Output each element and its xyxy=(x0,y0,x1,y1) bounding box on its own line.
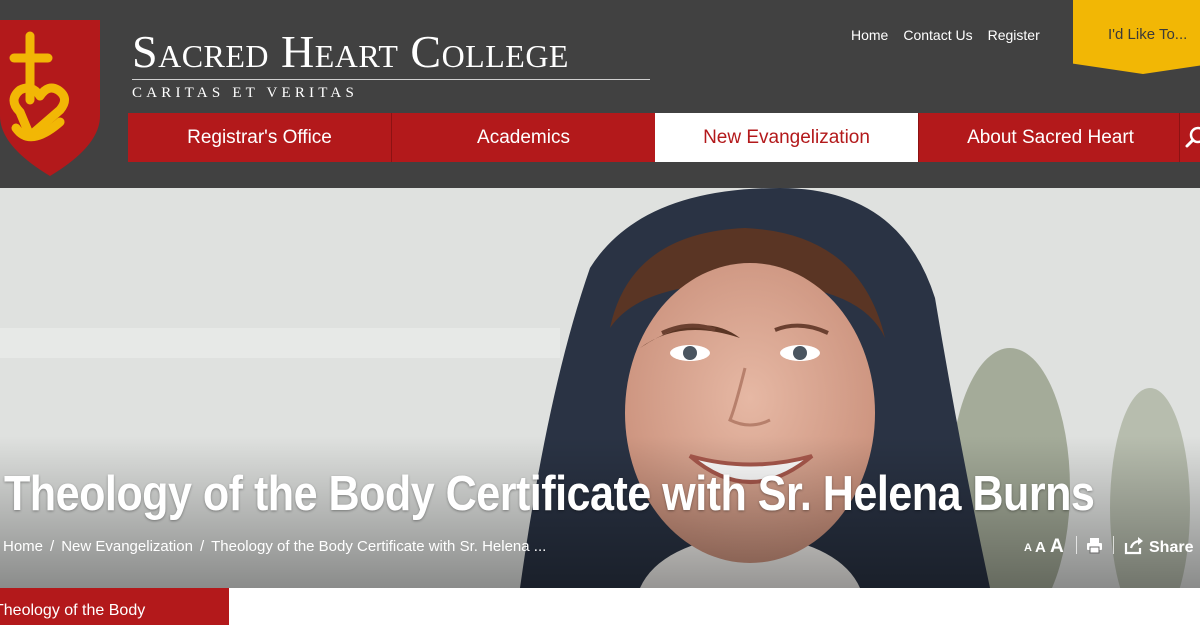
nav-item-new-evangelization[interactable]: New Evangelization xyxy=(655,113,918,162)
font-size-small-button[interactable]: A xyxy=(1024,543,1032,554)
share-icon[interactable] xyxy=(1124,536,1145,555)
nav-item-registrars-office[interactable]: Registrar's Office xyxy=(128,113,391,162)
breadcrumb-home[interactable]: Home xyxy=(3,538,43,556)
utility-nav: Home Contact Us Register xyxy=(851,27,1040,43)
college-motto: CARITAS ET VERITAS xyxy=(132,85,358,101)
hero-photo xyxy=(0,188,1200,588)
i-would-like-to-label: I'd Like To... xyxy=(1108,26,1188,43)
font-size-medium-button[interactable]: A xyxy=(1035,540,1046,555)
tools-divider xyxy=(1076,536,1077,554)
page-title: Theology of the Body Certificate with Sr… xyxy=(4,467,1095,521)
tools-divider xyxy=(1113,536,1114,554)
nav-item-academics[interactable]: Academics xyxy=(392,113,655,162)
hero-banner: Theology of the Body Certificate with Sr… xyxy=(0,188,1200,588)
site-header: Sacred Heart College CARITAS ET VERITAS … xyxy=(0,0,1200,188)
breadcrumb-separator: / xyxy=(199,538,205,555)
utility-link-register[interactable]: Register xyxy=(988,27,1040,43)
breadcrumb-new-evangelization[interactable]: New Evangelization xyxy=(61,538,193,556)
main-nav: Registrar's Office Academics New Evangel… xyxy=(128,113,1200,162)
section-tab-label: Theology of the Body xyxy=(0,602,146,619)
breadcrumb-current: Theology of the Body Certificate with Sr… xyxy=(211,538,547,555)
search-icon[interactable] xyxy=(1180,113,1200,162)
utility-link-home[interactable]: Home xyxy=(851,27,888,43)
section-tab[interactable]: Theology of the Body xyxy=(0,588,229,625)
page-tools: A A A Share xyxy=(1024,534,1200,560)
brand-divider xyxy=(132,79,650,80)
utility-link-contact-us[interactable]: Contact Us xyxy=(903,27,972,43)
i-would-like-to-button[interactable]: I'd Like To... xyxy=(1073,0,1200,74)
college-name[interactable]: Sacred Heart College xyxy=(132,29,569,75)
share-button[interactable]: Share xyxy=(1149,539,1193,557)
print-icon[interactable] xyxy=(1086,537,1103,554)
breadcrumb: Home / New Evangelization / Theology of … xyxy=(3,538,546,556)
nav-item-about-sacred-heart[interactable]: About Sacred Heart xyxy=(919,113,1182,162)
font-size-large-button[interactable]: A xyxy=(1050,537,1064,556)
crest-logo[interactable] xyxy=(0,18,104,178)
breadcrumb-separator: / xyxy=(50,538,55,555)
